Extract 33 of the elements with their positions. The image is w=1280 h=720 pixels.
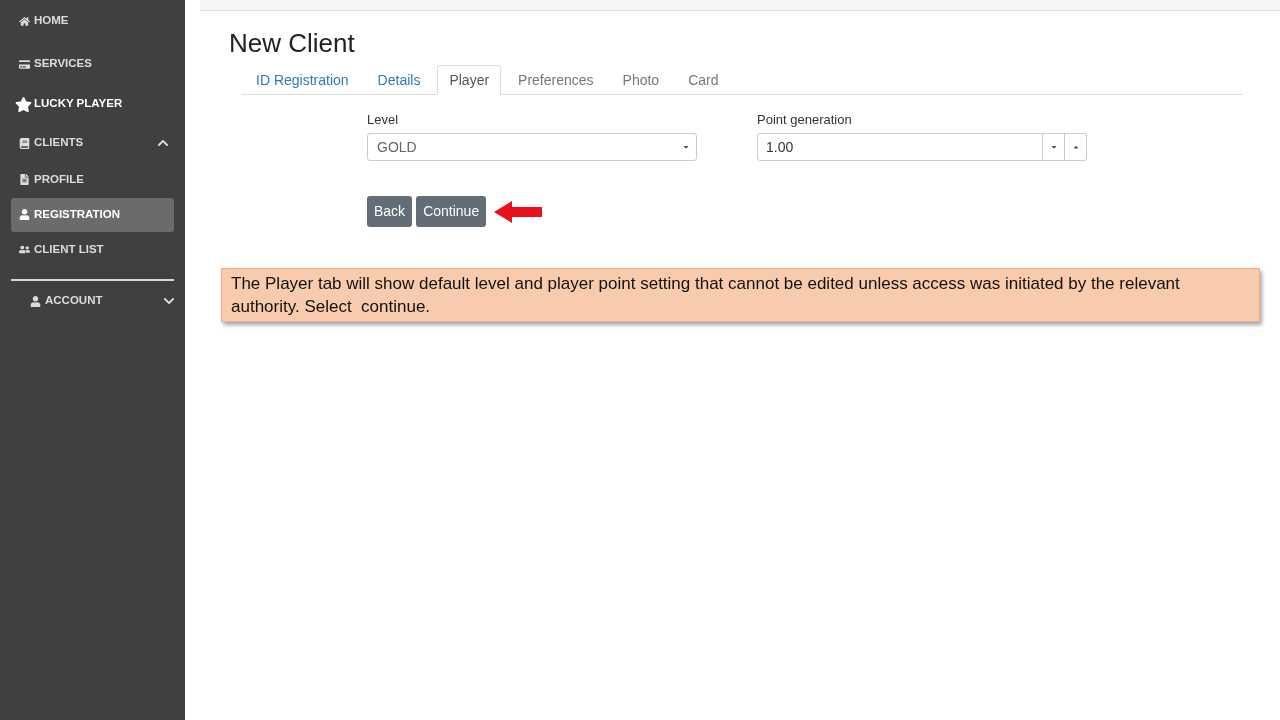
instruction-callout: The Player tab will show default level and player point setting that cannot be edited unless access was initiated by the relevant authority. Select continue. xyxy=(221,268,1260,322)
back-button[interactable]: Back xyxy=(367,196,413,227)
sidebar-link[interactable]: LUCKY PLAYER xyxy=(15,95,123,113)
sidebar-group[interactable]: ACCOUNT xyxy=(30,292,103,310)
field-label: Point generation xyxy=(757,111,853,129)
chevron-down-icon[interactable] xyxy=(163,295,175,307)
sidebar-subitem[interactable]: PROFILE xyxy=(11,162,174,197)
field-label: Level xyxy=(367,111,400,129)
document-icon xyxy=(19,174,30,185)
card-icon xyxy=(19,58,30,70)
caret-down-icon xyxy=(682,143,690,151)
caret-up-icon xyxy=(1071,143,1080,151)
sidebar-link[interactable]: HOME xyxy=(19,12,69,30)
user-icon xyxy=(30,295,41,307)
tab[interactable]: ID Registration xyxy=(244,65,361,94)
user-icon xyxy=(19,209,30,220)
tab[interactable]: Player xyxy=(437,65,502,95)
sidebar-subitem[interactable]: REGISTRATION xyxy=(11,197,174,232)
caret-down-icon xyxy=(1049,143,1058,151)
sidebar-subitem[interactable]: CLIENT LIST xyxy=(11,232,174,267)
page-title: New Client xyxy=(229,27,356,59)
users-icon xyxy=(19,244,30,255)
continue-button[interactable]: Continue xyxy=(416,196,487,227)
arrow-left-icon xyxy=(494,200,543,223)
book-icon xyxy=(19,137,30,149)
home-icon xyxy=(19,15,30,27)
sidebar-link[interactable]: SERVICES xyxy=(19,55,92,73)
sidebar-group[interactable]: CLIENTS xyxy=(19,134,84,152)
star-icon xyxy=(15,95,32,113)
chevron-up-icon[interactable] xyxy=(157,137,169,149)
level-select[interactable]: GOLD xyxy=(367,133,697,161)
tab[interactable]: Details xyxy=(365,65,433,94)
point-generation-input[interactable]: 1.00 xyxy=(757,133,1043,161)
